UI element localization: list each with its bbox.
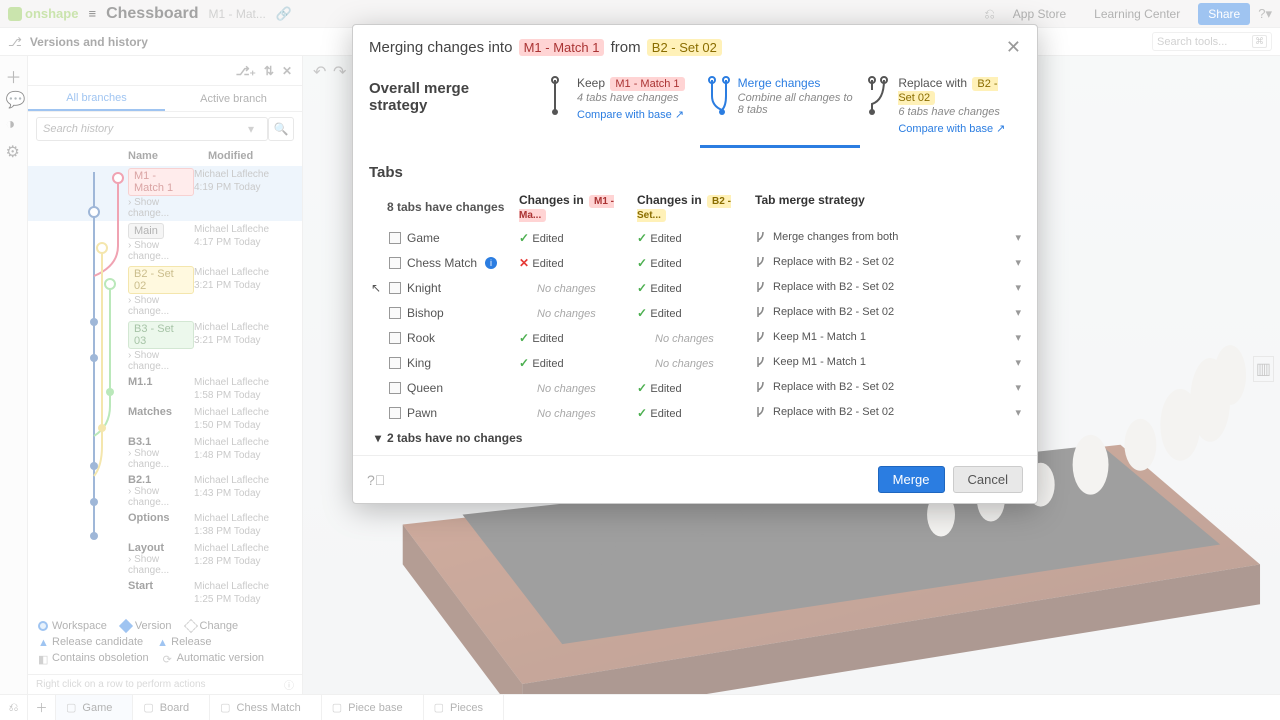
col-header-b2: Changes in B2 - Set... (637, 193, 755, 221)
strategy-select[interactable]: Replace with B2 - Set 02▾ (755, 378, 1021, 397)
strategy-merge[interactable]: Merge changes Combine all changes to 8 t… (700, 76, 861, 148)
tab-icon (389, 307, 401, 319)
tab-row[interactable]: PawnNo changes✓ EditedReplace with B2 - … (369, 400, 1021, 425)
tab-row[interactable]: Chess Matchi✕ Edited✓ EditedReplace with… (369, 250, 1021, 275)
col-header-tabs: 8 tabs have changes (369, 193, 519, 221)
tabs-table: 8 tabs have changes Changes in M1 - Ma..… (369, 189, 1021, 445)
strategy-select[interactable]: Keep M1 - Match 1▾ (755, 353, 1021, 372)
tab-row[interactable]: ↖KnightNo changes✓ EditedReplace with B2… (369, 275, 1021, 300)
tab-icon (389, 232, 401, 244)
tab-icon (389, 382, 401, 394)
merge-dialog: Merging changes into M1 - Match 1 from B… (352, 24, 1038, 504)
strategy-select[interactable]: Merge changes from both▾ (755, 228, 1021, 247)
strategy-label: Overall merge strategy (369, 76, 509, 114)
tab-row[interactable]: Rook✓ EditedNo changesKeep M1 - Match 1▾ (369, 325, 1021, 350)
close-icon[interactable]: ✕ (1006, 37, 1021, 58)
dialog-title: Merging changes into M1 - Match 1 from B… (369, 39, 724, 56)
help-icon[interactable]: ?⃝ (367, 472, 385, 488)
tab-icon (389, 407, 401, 419)
strategy-select[interactable]: Replace with B2 - Set 02▾ (755, 278, 1021, 297)
tab-row[interactable]: QueenNo changes✓ EditedReplace with B2 -… (369, 375, 1021, 400)
compare-link[interactable]: Compare with base ↗ (898, 122, 1005, 135)
no-changes-section[interactable]: ▾2 tabs have no changes (369, 425, 1021, 445)
tabs-section-label: Tabs (369, 164, 1021, 181)
col-header-strategy: Tab merge strategy (755, 193, 1021, 221)
strategy-select[interactable]: Replace with B2 - Set 02▾ (755, 403, 1021, 422)
compare-link[interactable]: Compare with base ↗ (577, 108, 684, 121)
tab-row[interactable]: BishopNo changes✓ EditedReplace with B2 … (369, 300, 1021, 325)
strategy-select[interactable]: Replace with B2 - Set 02▾ (755, 303, 1021, 322)
strategy-replace[interactable]: Replace with B2 - Set 02 6 tabs have cha… (860, 76, 1021, 148)
tab-icon (389, 357, 401, 369)
tab-icon (389, 282, 401, 294)
tab-row[interactable]: Game✓ Edited✓ EditedMerge changes from b… (369, 225, 1021, 250)
strategy-keep[interactable]: Keep M1 - Match 1 4 tabs have changes Co… (539, 76, 700, 148)
col-header-m1: Changes in M1 - Ma... (519, 193, 637, 221)
chevron-down-icon: ▾ (375, 431, 381, 445)
tab-icon (389, 257, 401, 269)
tab-icon (389, 332, 401, 344)
strategy-select[interactable]: Replace with B2 - Set 02▾ (755, 253, 1021, 272)
info-icon[interactable]: i (485, 257, 497, 269)
merge-button[interactable]: Merge (878, 466, 945, 493)
tab-row[interactable]: King✓ EditedNo changesKeep M1 - Match 1▾ (369, 350, 1021, 375)
strategy-select[interactable]: Keep M1 - Match 1▾ (755, 328, 1021, 347)
cancel-button[interactable]: Cancel (953, 466, 1023, 493)
